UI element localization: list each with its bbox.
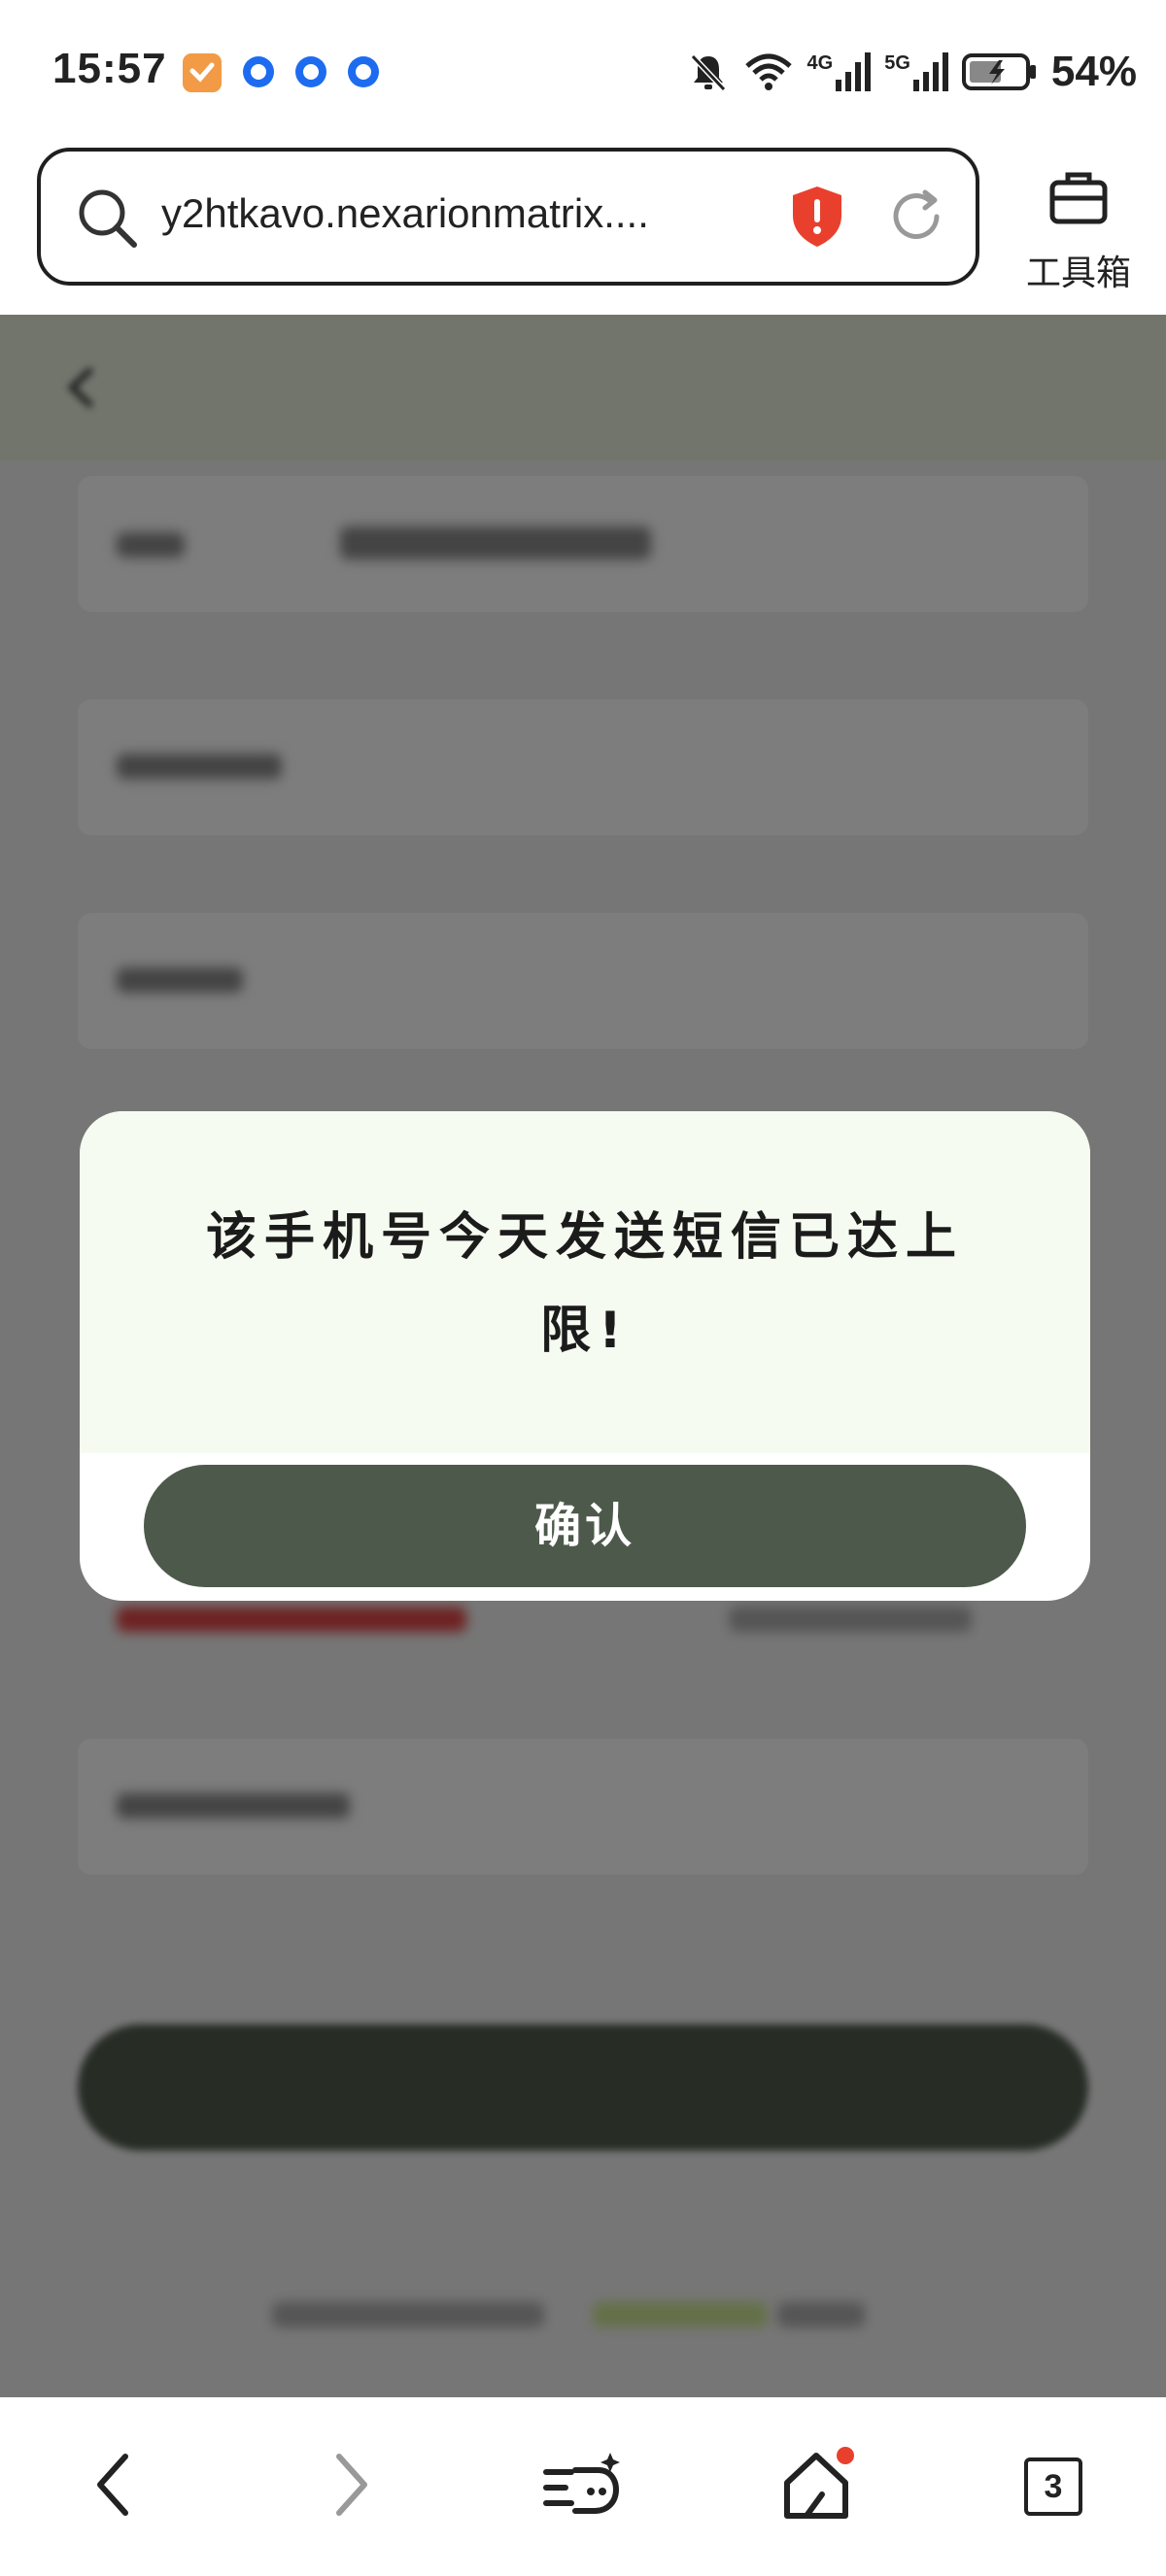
home-icon [784,2447,854,2519]
menu-button[interactable] [534,2436,632,2533]
notification-dot-icon [348,56,379,87]
dialog-body: 该手机号今天发送短信已达上限! [80,1111,1090,1453]
search-icon [79,189,137,248]
notification-dot-icon [295,56,326,87]
signal-5g-label: 5G [884,52,910,74]
tab-count-badge[interactable]: 3 [1024,2457,1082,2516]
bell-muted-icon [690,53,726,92]
security-warning-shield-icon[interactable] [789,185,845,249]
confirm-button[interactable]: 确认 [144,1465,1026,1587]
url-text[interactable]: y2htkavo.nexarionmatrix.... [161,190,764,237]
back-button[interactable] [64,2436,161,2533]
wifi-icon [744,53,792,90]
chevron-left-icon [97,2454,128,2516]
battery-charging-icon [961,53,1036,90]
browser-toolbar: y2htkavo.nexarionmatrix.... 工具箱 [0,146,1166,315]
status-bar: 15:57 4G 5G 54% [0,0,1166,146]
browser-bottom-nav [0,2397,1166,2576]
signal-4g-label: 4G [806,52,834,74]
signal-4g: 4G [807,52,872,91]
battery-percentage: 54% [1050,48,1137,95]
dialog-message: 该手机号今天发送短信已达上限! [205,1208,964,1360]
chevron-right-icon [336,2454,367,2516]
home-button[interactable] [768,2436,865,2533]
app-notification-icon [183,53,222,92]
status-indicators: 4G 5G 54% [687,45,1137,99]
alert-dialog: 该手机号今天发送短信已达上限! 确认 [80,1111,1090,1601]
forward-button[interactable] [303,2436,400,2533]
toolbox-button[interactable]: 工具箱 [1001,155,1156,293]
toolbox-icon [1049,172,1108,224]
signal-bars-icon [912,52,948,91]
menu-sparkle-icon [543,2453,620,2514]
signal-5g: 5G [884,52,948,91]
address-bar[interactable]: y2htkavo.nexarionmatrix.... [37,148,979,286]
notification-dot-icon [243,56,274,87]
toolbox-label: 工具箱 [1025,254,1131,293]
status-time: 15:57 [52,45,167,92]
reload-icon[interactable] [886,186,946,247]
signal-bars-icon [836,52,872,91]
